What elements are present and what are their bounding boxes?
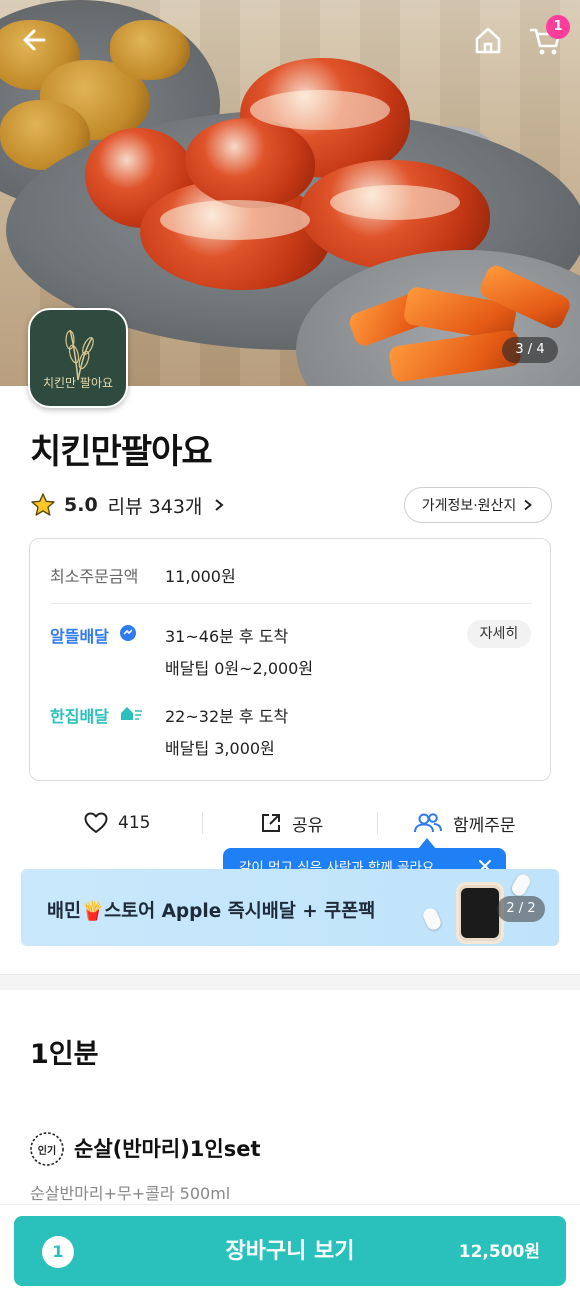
hanjip-house-icon (121, 707, 142, 720)
delivery-info-box: 최소주문금액 11,000원 알뜰배달 31~46분 후 도착 배달팁 0원~2… (29, 538, 551, 781)
min-order-label: 최소주문금액 (50, 567, 139, 586)
share-button[interactable]: 공유 (260, 806, 323, 840)
hanjip-delivery-label: 한집배달 (50, 707, 109, 726)
min-order-value: 11,000원 (165, 567, 236, 586)
back-arrow-icon (23, 29, 46, 51)
section-separator (0, 974, 580, 990)
cart-badge: 1 (546, 15, 570, 39)
action-divider (202, 812, 203, 834)
rating-value: 5.0 (64, 494, 98, 516)
back-button[interactable] (18, 22, 54, 58)
hero-cheese-drizzle (250, 90, 390, 130)
altteul-delivery-label: 알뜰배달 (50, 627, 109, 646)
share-label: 공유 (292, 815, 324, 836)
rating-row[interactable]: 5.0 리뷰 343개 (30, 488, 226, 522)
home-button[interactable] (470, 22, 506, 58)
altteul-badge-icon (120, 625, 136, 641)
share-icon (262, 814, 280, 832)
menu-item-description: 순살반마리+무+콜라 500ml (30, 1184, 231, 1203)
delivery-detail-button[interactable]: 자세히 (467, 620, 531, 648)
image-counter: 3 / 4 (502, 337, 558, 363)
hero-cheese-drizzle (330, 185, 460, 220)
cart-total-price: 12,500원 (458, 1242, 540, 1262)
altteul-eta: 31~46분 후 도착 (165, 627, 289, 646)
like-button[interactable]: 415 (84, 806, 150, 840)
action-divider (377, 812, 378, 834)
store-page: 1 3 / 4 치킨만 팔아요 치킨만팔아요 5.0 리뷰 343개 가게정보·… (0, 0, 580, 1295)
store-info-button[interactable]: 가게정보·원산지 (404, 487, 552, 523)
hanjip-eta: 22~32분 후 도착 (165, 707, 289, 726)
store-name: 치킨만팔아요 (30, 432, 213, 472)
group-icon (414, 813, 442, 833)
wheat-logo-icon (65, 329, 94, 381)
logo-text: 치킨만 팔아요 (42, 376, 114, 390)
review-count-link[interactable]: 리뷰 343개 (108, 492, 203, 519)
info-divider (50, 603, 532, 604)
chevron-right-icon (524, 499, 533, 511)
store-logo: 치킨만 팔아요 (28, 308, 128, 408)
banner-text: 배민🍟스토어 Apple 즉시배달 + 쿠폰팩 (47, 901, 376, 922)
like-count: 415 (118, 813, 151, 833)
popular-badge-text: 인기 (37, 1146, 57, 1157)
heart-icon (84, 812, 108, 833)
home-icon (475, 27, 501, 54)
star-icon (31, 493, 55, 516)
apple-watch-screen (461, 888, 499, 938)
altteul-tip: 배달팁 0원~2,000원 (165, 659, 314, 678)
store-info-label: 가게정보·원산지 (421, 498, 517, 514)
banner-counter: 2 / 2 (497, 896, 545, 922)
group-order-button[interactable]: 함께주문 (413, 806, 516, 840)
hero-cheese-drizzle (160, 200, 310, 240)
chevron-right-icon (215, 499, 224, 511)
hero-fried-chicken (110, 20, 190, 80)
group-order-label: 함께주문 (453, 815, 516, 836)
menu-item-name: 순살(반마리)1인set (74, 1137, 261, 1161)
hanjip-tip: 배달팁 3,000원 (165, 739, 275, 758)
menu-section-title: 1인분 (30, 1039, 99, 1070)
